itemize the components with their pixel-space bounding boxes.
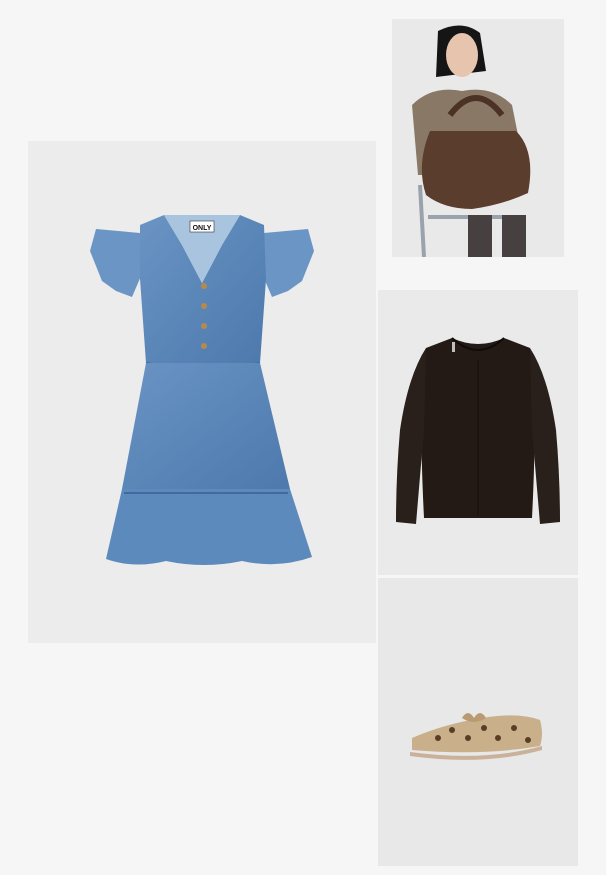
model-handbag-image — [392, 19, 564, 257]
product-tile-denim-dress[interactable]: ONLY — [28, 141, 376, 643]
product-tile-leopard-loafer[interactable] — [378, 578, 578, 866]
denim-dress-image: ONLY — [90, 215, 314, 565]
leopard-loafer-image — [410, 713, 542, 760]
product-tile-sweater[interactable] — [378, 290, 578, 575]
svg-text:ONLY: ONLY — [193, 225, 212, 232]
product-tile-model-handbag[interactable] — [392, 19, 564, 257]
outfit-board: { "outfit": { "items": [ {"id":"dress","… — [0, 0, 606, 875]
black-sweater-image — [396, 337, 560, 524]
